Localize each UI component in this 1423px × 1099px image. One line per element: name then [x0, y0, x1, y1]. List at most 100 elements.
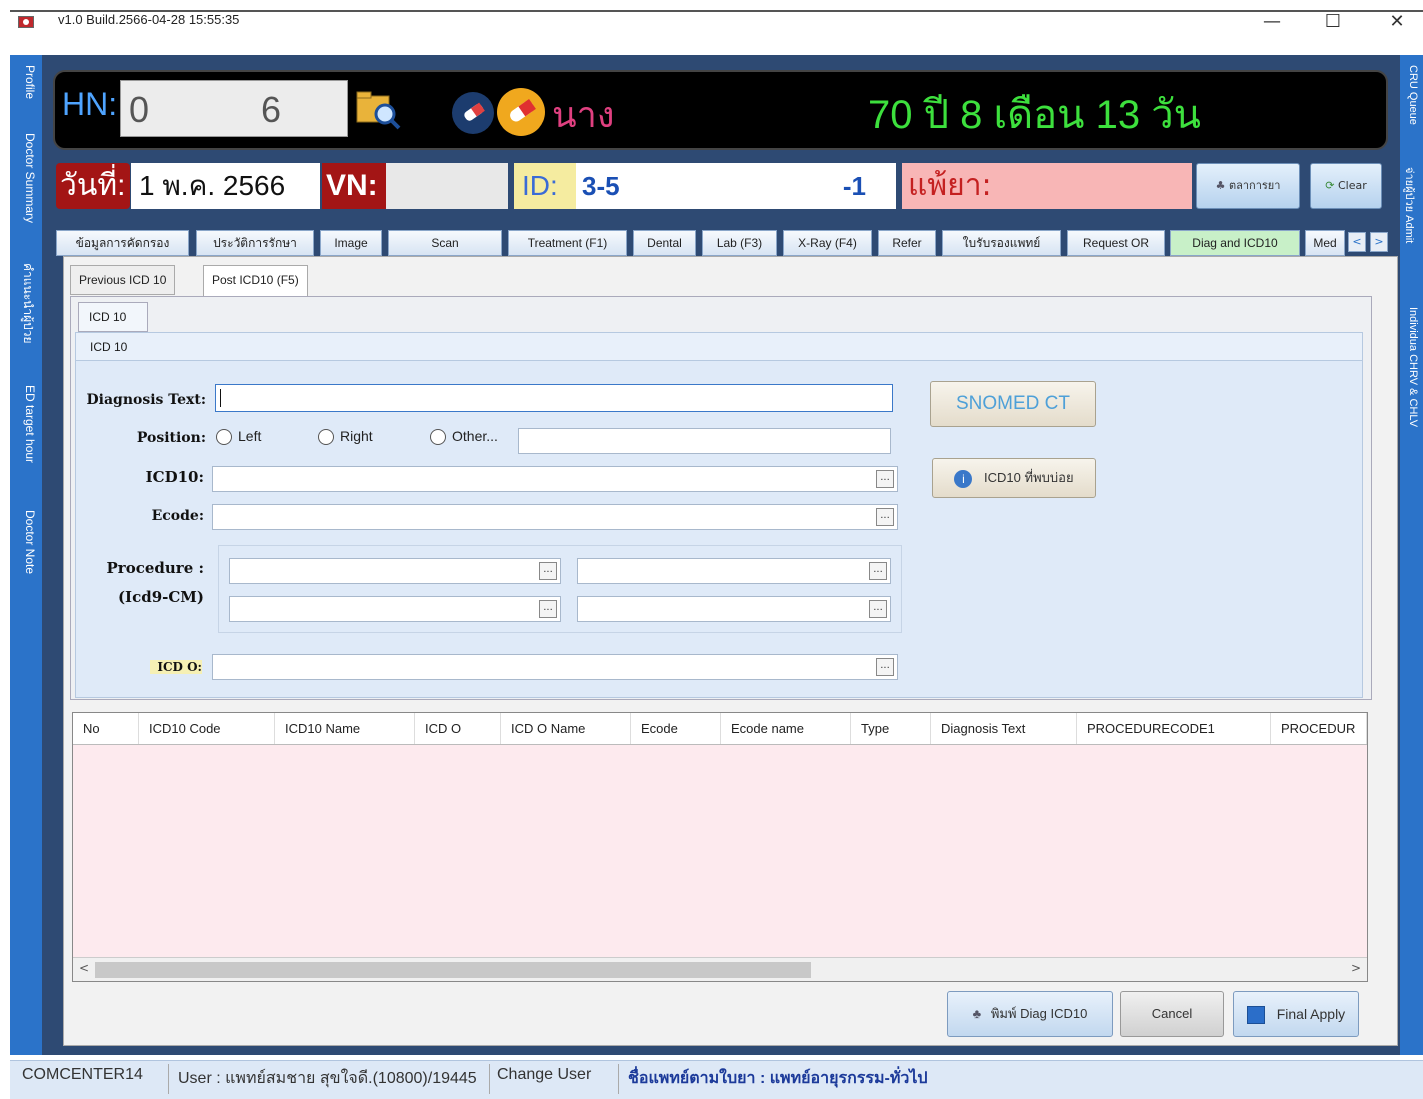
id-value: 3-5 — [582, 171, 620, 201]
final-apply-label: Final Apply — [1276, 1006, 1346, 1022]
diagnosis-text-input[interactable] — [215, 384, 893, 412]
col-icd10-name[interactable]: ICD10 Name — [275, 713, 415, 744]
vn-field[interactable] — [386, 163, 508, 209]
procedure-input-1[interactable]: ... — [229, 558, 561, 584]
col-icdo-name[interactable]: ICD O Name — [501, 713, 631, 744]
snomed-ct-button[interactable]: SNOMED CT — [930, 381, 1096, 427]
sidebar-item-profile[interactable]: Profile — [23, 65, 37, 99]
position-right-radio[interactable]: Right — [318, 428, 373, 446]
sidebar-item-patient-advice[interactable]: คำแนะนำผู้ป่วย — [18, 263, 37, 344]
procedure-4-browse-button[interactable]: ... — [869, 600, 887, 618]
procedure-1-browse-button[interactable]: ... — [539, 562, 557, 580]
hn-input[interactable]: 0 6 — [120, 80, 348, 137]
col-no[interactable]: No — [73, 713, 139, 744]
scroll-right-arrow[interactable]: > — [1351, 961, 1361, 975]
sidebar-item-doctor-note[interactable]: Doctor Note — [23, 510, 37, 574]
col-procedurecode1[interactable]: PROCEDURECODE1 — [1077, 713, 1271, 744]
ecode-input[interactable]: ... — [212, 504, 898, 530]
sidebar-item-ed-target-hour[interactable]: ED target hour — [23, 385, 37, 463]
position-right-label: Right — [340, 428, 373, 444]
tab-history[interactable]: ประวัติการรักษา — [196, 230, 314, 256]
hn-value-part1: 0 — [129, 89, 150, 130]
col-ecode-name[interactable]: Ecode name — [721, 713, 851, 744]
procedure-3-browse-button[interactable]: ... — [539, 600, 557, 618]
col-type[interactable]: Type — [851, 713, 931, 744]
procedure-input-2[interactable]: ... — [577, 558, 891, 584]
left-sidebar: Profile Doctor Summary คำแนะนำผู้ป่วย ED… — [10, 55, 42, 1055]
diagnosis-text-label: Diagnosis Text: — [86, 392, 207, 408]
sidebar-item-cru-queue[interactable]: CRU Queue — [1407, 65, 1419, 125]
vn-label: VN: — [322, 163, 386, 209]
position-other-input[interactable] — [518, 428, 891, 454]
tab-lab[interactable]: Lab (F3) — [702, 230, 777, 256]
subtab-previous-icd10[interactable]: Previous ICD 10 — [70, 265, 176, 295]
final-apply-button[interactable]: Final Apply — [1233, 991, 1359, 1037]
close-button[interactable]: ✕ — [1377, 8, 1417, 36]
procedure-2-browse-button[interactable]: ... — [869, 562, 887, 580]
tab-image[interactable]: Image — [320, 230, 382, 256]
tab-icd10[interactable]: ICD 10 — [78, 302, 148, 332]
tab-medical-certificate[interactable]: ใบรับรองแพทย์ — [942, 230, 1061, 256]
patient-status-icon — [452, 92, 494, 134]
status-machine: COMCENTER14 — [22, 1066, 143, 1083]
scroll-thumb[interactable] — [95, 962, 811, 978]
print-diag-button[interactable]: ♣ พิมพ์ Diag ICD10 — [947, 991, 1113, 1037]
icd10-input[interactable]: ... — [212, 466, 898, 492]
icd10-browse-button[interactable]: ... — [876, 470, 894, 488]
allergy-field[interactable]: แพ้ยา: — [902, 163, 1192, 209]
col-icd10-code[interactable]: ICD10 Code — [139, 713, 275, 744]
subtab-post-icd10[interactable]: Post ICD10 (F5) — [203, 265, 308, 297]
grid-hscrollbar[interactable]: < > — [73, 957, 1367, 981]
icdo-browse-button[interactable]: ... — [876, 658, 894, 676]
tab-scan[interactable]: Scan — [388, 230, 502, 256]
tab-request-or[interactable]: Request OR — [1067, 230, 1165, 256]
sidebar-item-admit[interactable]: จ่ายผู้ป่วย Admit — [1401, 167, 1419, 243]
scroll-left-arrow[interactable]: < — [79, 961, 89, 975]
sidebar-item-chrv-chlv[interactable]: Individua CHRV & CHLV — [1407, 307, 1419, 427]
icd10-form-header: ICD 10 — [76, 333, 1362, 361]
tab-med[interactable]: Med — [1305, 230, 1345, 256]
date-field[interactable]: 1 พ.ค. 2566 — [131, 163, 320, 209]
maximize-button[interactable]: ☐ — [1313, 8, 1353, 36]
radio-circle-left — [216, 429, 232, 446]
tab-refer[interactable]: Refer — [878, 230, 936, 256]
position-label: Position: — [136, 430, 206, 446]
right-sidebar: CRU Queue จ่ายผู้ป่วย Admit Individua CH… — [1400, 55, 1423, 1055]
position-other-radio[interactable]: Other... — [430, 428, 498, 446]
position-left-radio[interactable]: Left — [216, 428, 261, 446]
icd10-frequent-button[interactable]: i ICD10 ที่พบบ่อย — [932, 458, 1096, 498]
tab-treatment[interactable]: Treatment (F1) — [508, 230, 627, 256]
id-field[interactable]: 3-5 -1 — [576, 163, 896, 209]
change-user-link[interactable]: Change User — [497, 1066, 591, 1084]
icdo-input[interactable]: ... — [212, 654, 898, 680]
info-icon: i — [954, 469, 973, 488]
tab-scroll-right[interactable]: > — [1370, 232, 1388, 252]
status-separator — [618, 1064, 619, 1094]
id-label: ID: — [514, 163, 576, 209]
ecode-browse-button[interactable]: ... — [876, 508, 894, 526]
medication-icon — [497, 88, 545, 136]
tab-scroll-left[interactable]: < — [1348, 232, 1366, 252]
tab-xray[interactable]: X-Ray (F4) — [783, 230, 872, 256]
drug-list-button[interactable]: ♣ ตลาการยา — [1196, 163, 1300, 209]
drug-icon: ♣ — [1215, 179, 1226, 192]
diagnosis-grid — [72, 712, 1368, 982]
tab-dental[interactable]: Dental — [633, 230, 696, 256]
app-icon — [18, 16, 34, 28]
procedure-input-4[interactable]: ... — [577, 596, 891, 622]
col-procedurecode2[interactable]: PROCEDUR — [1271, 713, 1367, 744]
clear-button[interactable]: ⟳ Clear — [1310, 163, 1382, 209]
procedure-input-3[interactable]: ... — [229, 596, 561, 622]
col-ecode[interactable]: Ecode — [631, 713, 721, 744]
minimize-button[interactable]: — — [1252, 8, 1292, 36]
tab-diag-icd10[interactable]: Diag and ICD10 — [1170, 230, 1300, 256]
patient-age: 70 ปี 8 เดือน 13 วัน — [868, 93, 1202, 137]
status-separator — [489, 1064, 490, 1094]
col-diagnosis-text[interactable]: Diagnosis Text — [931, 713, 1077, 744]
col-icdo[interactable]: ICD O — [415, 713, 501, 744]
procedure-label: Procedure : — [106, 559, 204, 577]
cancel-button[interactable]: Cancel — [1120, 991, 1224, 1037]
patient-search-icon[interactable] — [355, 88, 403, 130]
tab-screening[interactable]: ข้อมูลการคัดกรอง — [56, 230, 189, 256]
sidebar-item-doctor-summary[interactable]: Doctor Summary — [23, 133, 37, 223]
